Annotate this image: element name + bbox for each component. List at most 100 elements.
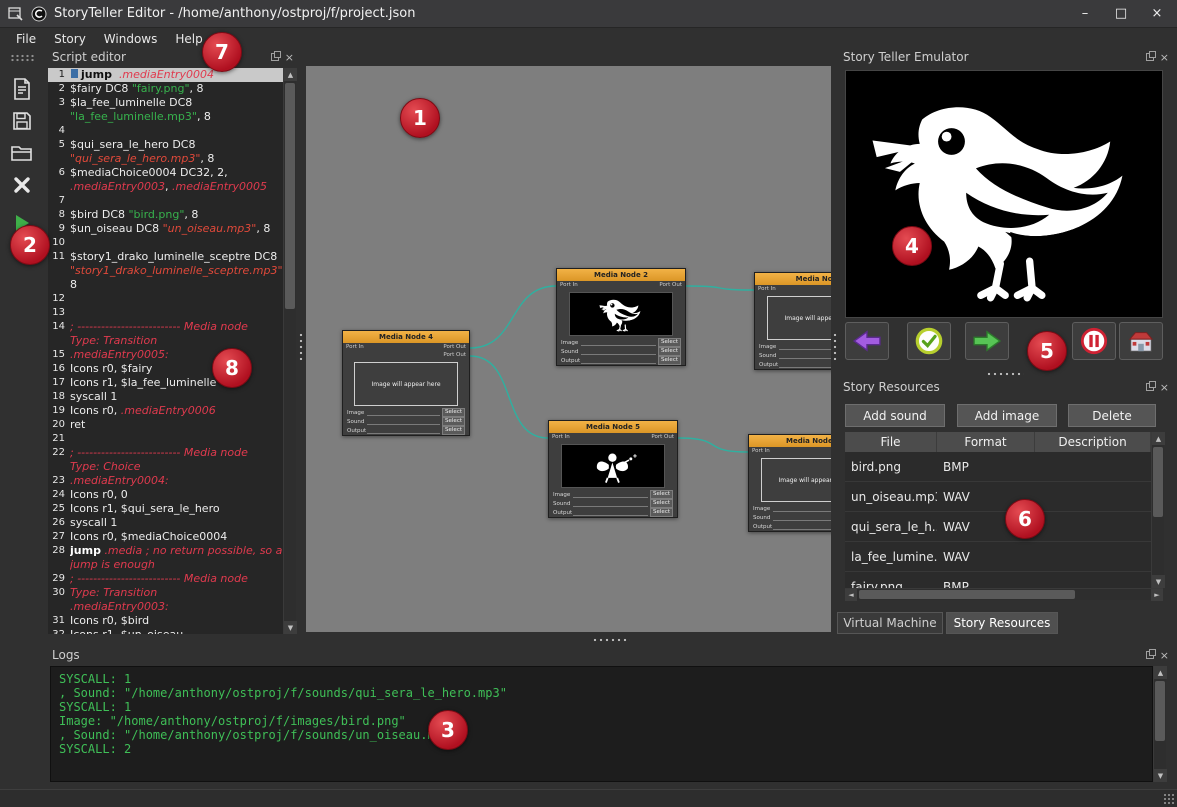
- pause-button[interactable]: [1072, 322, 1116, 360]
- code-line[interactable]: .mediaEntry0003, .mediaEntry0005: [48, 180, 283, 194]
- scroll-right-icon[interactable]: ►: [1151, 589, 1163, 601]
- nav-forward-button[interactable]: [965, 322, 1009, 360]
- code-line[interactable]: .mediaEntry0003:: [48, 600, 283, 614]
- splitter-handle-bottom[interactable]: [592, 638, 630, 642]
- graph-node-node4[interactable]: Media Node 4Port InPort OutPort OutImage…: [342, 330, 470, 436]
- node-title[interactable]: Media Node 4: [343, 331, 469, 343]
- code-line[interactable]: 5$qui_sera_le_hero DC8: [48, 138, 283, 152]
- code-line[interactable]: 27Icons r0, $mediaChoice0004: [48, 530, 283, 544]
- select-button[interactable]: Select: [650, 499, 673, 508]
- scrollbar-thumb[interactable]: [285, 83, 295, 309]
- splitter-handle-right[interactable]: [833, 332, 837, 360]
- close-project-button[interactable]: [6, 171, 38, 199]
- resources-v-scrollbar[interactable]: ▲ ▼: [1151, 432, 1164, 588]
- close-icon[interactable]: ×: [1160, 651, 1169, 660]
- select-button[interactable]: Select: [442, 408, 465, 417]
- node-connection[interactable]: [686, 286, 754, 290]
- code-line[interactable]: 11$story1_drako_luminelle_sceptre DC8: [48, 250, 283, 264]
- script-editor-scrollbar[interactable]: ▲ ▼: [283, 68, 296, 634]
- code-line[interactable]: 23.mediaEntry0004:: [48, 474, 283, 488]
- code-line[interactable]: 9$un_oiseau DC8 "un_oiseau.mp3", 8: [48, 222, 283, 236]
- logs-scrollbar[interactable]: ▲ ▼: [1153, 666, 1166, 782]
- code-line[interactable]: "qui_sera_le_hero.mp3", 8: [48, 152, 283, 166]
- scroll-down-icon[interactable]: ▼: [1154, 769, 1167, 782]
- undock-icon[interactable]: [1146, 53, 1154, 61]
- code-line[interactable]: 6$mediaChoice0004 DC32, 2,: [48, 166, 283, 180]
- node-connection[interactable]: [470, 356, 548, 438]
- close-icon[interactable]: ×: [285, 53, 294, 62]
- select-button[interactable]: Select: [658, 347, 681, 356]
- table-row[interactable]: un_oiseau.mp3WAV: [845, 482, 1151, 512]
- toolbar-drag-handle[interactable]: [10, 54, 34, 63]
- scroll-up-icon[interactable]: ▲: [1154, 666, 1167, 679]
- code-line[interactable]: 3$la_fee_luminelle DC8: [48, 96, 283, 110]
- graph-node-node3[interactable]: Media Node 3Port InPort OutImage will ap…: [748, 434, 831, 532]
- splitter-handle-left[interactable]: [299, 332, 303, 360]
- table-row[interactable]: qui_sera_le_h...WAV: [845, 512, 1151, 542]
- code-line[interactable]: "story1_drako_luminelle_sceptre.mp3",: [48, 264, 283, 278]
- port-out[interactable]: Port Out: [443, 352, 466, 358]
- port-in[interactable]: Port In: [758, 286, 776, 292]
- tab-story-resources[interactable]: Story Resources: [946, 612, 1058, 634]
- scrollbar-thumb[interactable]: [859, 590, 1075, 599]
- code-line[interactable]: 25Icons r1, $qui_sera_le_hero: [48, 502, 283, 516]
- nav-back-button[interactable]: [845, 322, 889, 360]
- code-line[interactable]: 24Icons r0, 0: [48, 488, 283, 502]
- open-button[interactable]: [6, 139, 38, 167]
- table-row[interactable]: bird.pngBMP: [845, 452, 1151, 482]
- undock-icon[interactable]: [1146, 651, 1154, 659]
- splitter-handle-emulator[interactable]: [986, 372, 1024, 376]
- code-line[interactable]: 18syscall 1: [48, 390, 283, 404]
- port-out[interactable]: Port Out: [659, 282, 682, 288]
- port-in[interactable]: Port In: [552, 434, 570, 440]
- close-icon[interactable]: ×: [1160, 383, 1169, 392]
- table-row[interactable]: fairy.pngBMP: [845, 572, 1151, 588]
- select-button[interactable]: Select: [442, 426, 465, 435]
- code-line[interactable]: 4: [48, 124, 283, 138]
- code-line[interactable]: "la_fee_luminelle.mp3", 8: [48, 110, 283, 124]
- code-line[interactable]: 2$fairy DC8 "fairy.png", 8: [48, 82, 283, 96]
- delete-button[interactable]: Delete: [1068, 404, 1156, 427]
- node-title[interactable]: Media Node 5: [549, 421, 677, 433]
- code-line[interactable]: 7: [48, 194, 283, 208]
- select-button[interactable]: Select: [658, 356, 681, 365]
- node-connection[interactable]: [470, 286, 556, 348]
- minimize-button[interactable]: –: [1073, 5, 1097, 23]
- undock-icon[interactable]: [271, 53, 279, 61]
- code-line[interactable]: 10: [48, 236, 283, 250]
- select-button[interactable]: Select: [658, 338, 681, 347]
- column-header-file[interactable]: File: [845, 432, 937, 452]
- graph-node-node5[interactable]: Media Node 5Port InPort OutImageSelectSo…: [548, 420, 678, 518]
- close-icon[interactable]: ×: [1160, 53, 1169, 62]
- node-title[interactable]: Media Node 3: [749, 435, 831, 447]
- select-button[interactable]: Select: [650, 508, 673, 517]
- code-line[interactable]: 1jump .mediaEntry0004: [48, 68, 283, 82]
- menu-windows[interactable]: Windows: [96, 30, 166, 48]
- port-out[interactable]: Port Out: [651, 434, 674, 440]
- code-line[interactable]: jump is enough: [48, 558, 283, 572]
- node-title[interactable]: Media Node: [755, 273, 831, 285]
- code-line[interactable]: 8: [48, 278, 283, 292]
- tab-virtual-machine[interactable]: Virtual Machine: [837, 612, 943, 634]
- port-in[interactable]: Port In: [752, 448, 770, 454]
- maximize-button[interactable]: □: [1109, 5, 1133, 23]
- select-button[interactable]: Select: [442, 417, 465, 426]
- code-line[interactable]: 14; -------------------------- Media nod…: [48, 320, 283, 334]
- code-line[interactable]: 19Icons r0, .mediaEntry0006: [48, 404, 283, 418]
- scroll-down-icon[interactable]: ▼: [284, 621, 297, 634]
- code-line[interactable]: Type: Transition: [48, 334, 283, 348]
- scrollbar-thumb[interactable]: [1153, 447, 1163, 517]
- graph-node-node6[interactable]: Media NodePort InPort OutImage will appe…: [754, 272, 831, 370]
- node-title[interactable]: Media Node 2: [557, 269, 685, 281]
- close-button[interactable]: ×: [1145, 5, 1169, 23]
- code-line[interactable]: 30Type: Transition: [48, 586, 283, 600]
- add-image-button[interactable]: Add image: [957, 404, 1057, 427]
- scroll-down-icon[interactable]: ▼: [1152, 575, 1165, 588]
- save-button[interactable]: [6, 107, 38, 135]
- code-line[interactable]: 28jump .media ; no return possible, so a: [48, 544, 283, 558]
- code-line[interactable]: 22; -------------------------- Media nod…: [48, 446, 283, 460]
- resources-h-scrollbar[interactable]: ◄ ►: [845, 588, 1163, 600]
- select-button[interactable]: Select: [650, 490, 673, 499]
- scrollbar-thumb[interactable]: [1155, 681, 1165, 741]
- code-line[interactable]: 12: [48, 292, 283, 306]
